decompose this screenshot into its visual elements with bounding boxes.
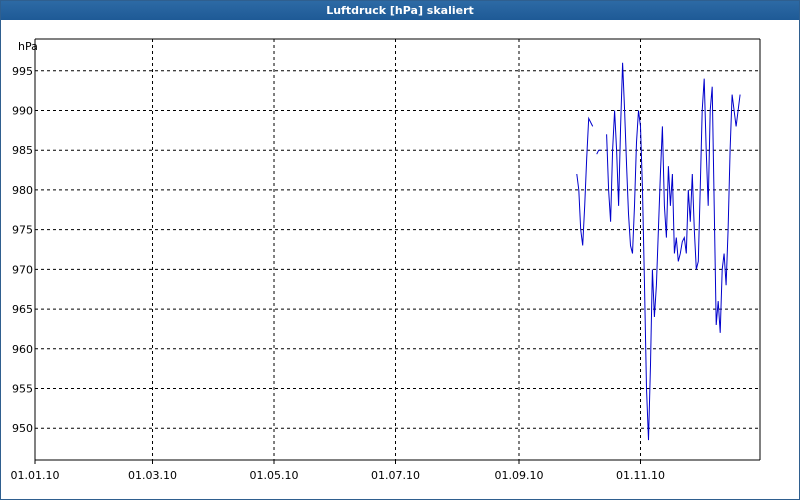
y-tick-label: 955: [12, 383, 33, 396]
plot-area: [35, 39, 760, 460]
y-axis-unit-label: hPa: [18, 40, 38, 53]
pressure-chart: 950 955 960 965 970 975 980 985 990 995 01.01.10 01…: [11, 38, 761, 482]
y-tick-label: 960: [12, 343, 33, 356]
x-tick-label: 01.01.10: [11, 469, 60, 482]
y-tick-label: 985: [12, 144, 33, 157]
y-tick-label: 990: [12, 104, 33, 117]
x-tick-label: 01.03.10: [128, 469, 177, 482]
x-tick-label: 01.05.10: [250, 469, 299, 482]
x-tick-label: 01.09.10: [495, 469, 544, 482]
y-tick-label: 970: [12, 263, 33, 276]
y-tick-label: 980: [12, 184, 33, 197]
y-tick-label: 950: [12, 422, 33, 435]
x-tick-label: 01.11.10: [616, 469, 665, 482]
y-tick-label: 965: [12, 303, 33, 316]
y-tick-label: 995: [12, 65, 33, 78]
y-tick-label: 975: [12, 224, 33, 237]
x-tick-label: 01.07.10: [371, 469, 420, 482]
